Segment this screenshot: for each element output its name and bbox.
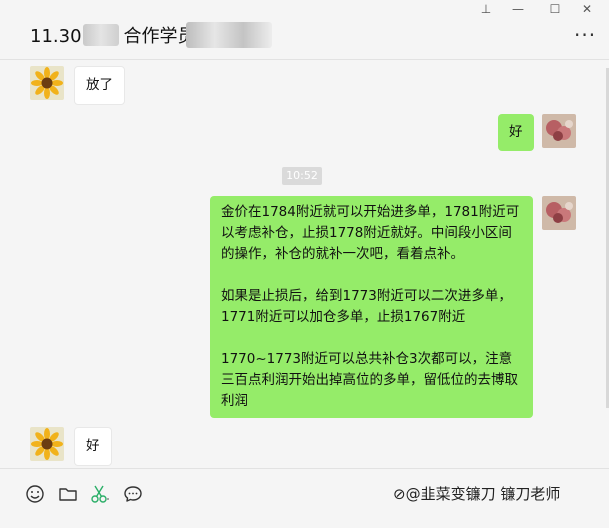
avatar[interactable] [30, 66, 64, 100]
chat-title-prefix: 11.30 [30, 26, 82, 47]
redacted-name-mask [186, 22, 272, 48]
maximize-button[interactable]: ☐ [545, 2, 565, 16]
message-bubble-sent[interactable]: 金价在1784附近就可以开始进多单，1781附近可以考虑补仓，止损1778附近就… [210, 196, 533, 418]
timestamp-divider: 10:52 [282, 167, 322, 185]
avatar[interactable] [30, 427, 64, 461]
sunflower-avatar-icon [30, 427, 64, 461]
message-bubble-received[interactable]: 放了 [74, 66, 125, 105]
folder-icon[interactable] [58, 484, 78, 504]
close-button[interactable]: ✕ [577, 2, 597, 16]
flower-photo-avatar-icon [542, 114, 576, 148]
flower-photo-avatar-icon [542, 196, 576, 230]
chat-title-suffix: 合作学员 [123, 26, 196, 47]
emoji-icon[interactable] [25, 484, 45, 504]
message-bubble-received[interactable]: 好 [74, 427, 112, 466]
chat-history-icon[interactable] [123, 484, 143, 504]
scissors-icon[interactable] [90, 484, 110, 504]
sunflower-avatar-icon [30, 66, 64, 100]
minimize-button[interactable]: — [508, 2, 528, 16]
message-bubble-sent[interactable]: 好 [498, 114, 534, 151]
watermark-text: ⊘@韭菜变镰刀 镰刀老师 [393, 485, 561, 503]
avatar[interactable] [542, 114, 576, 148]
more-options-button[interactable]: ··· [574, 25, 596, 45]
pin-icon[interactable]: ⊥ [476, 2, 496, 16]
redacted-name-mask [83, 24, 119, 46]
avatar[interactable] [542, 196, 576, 230]
